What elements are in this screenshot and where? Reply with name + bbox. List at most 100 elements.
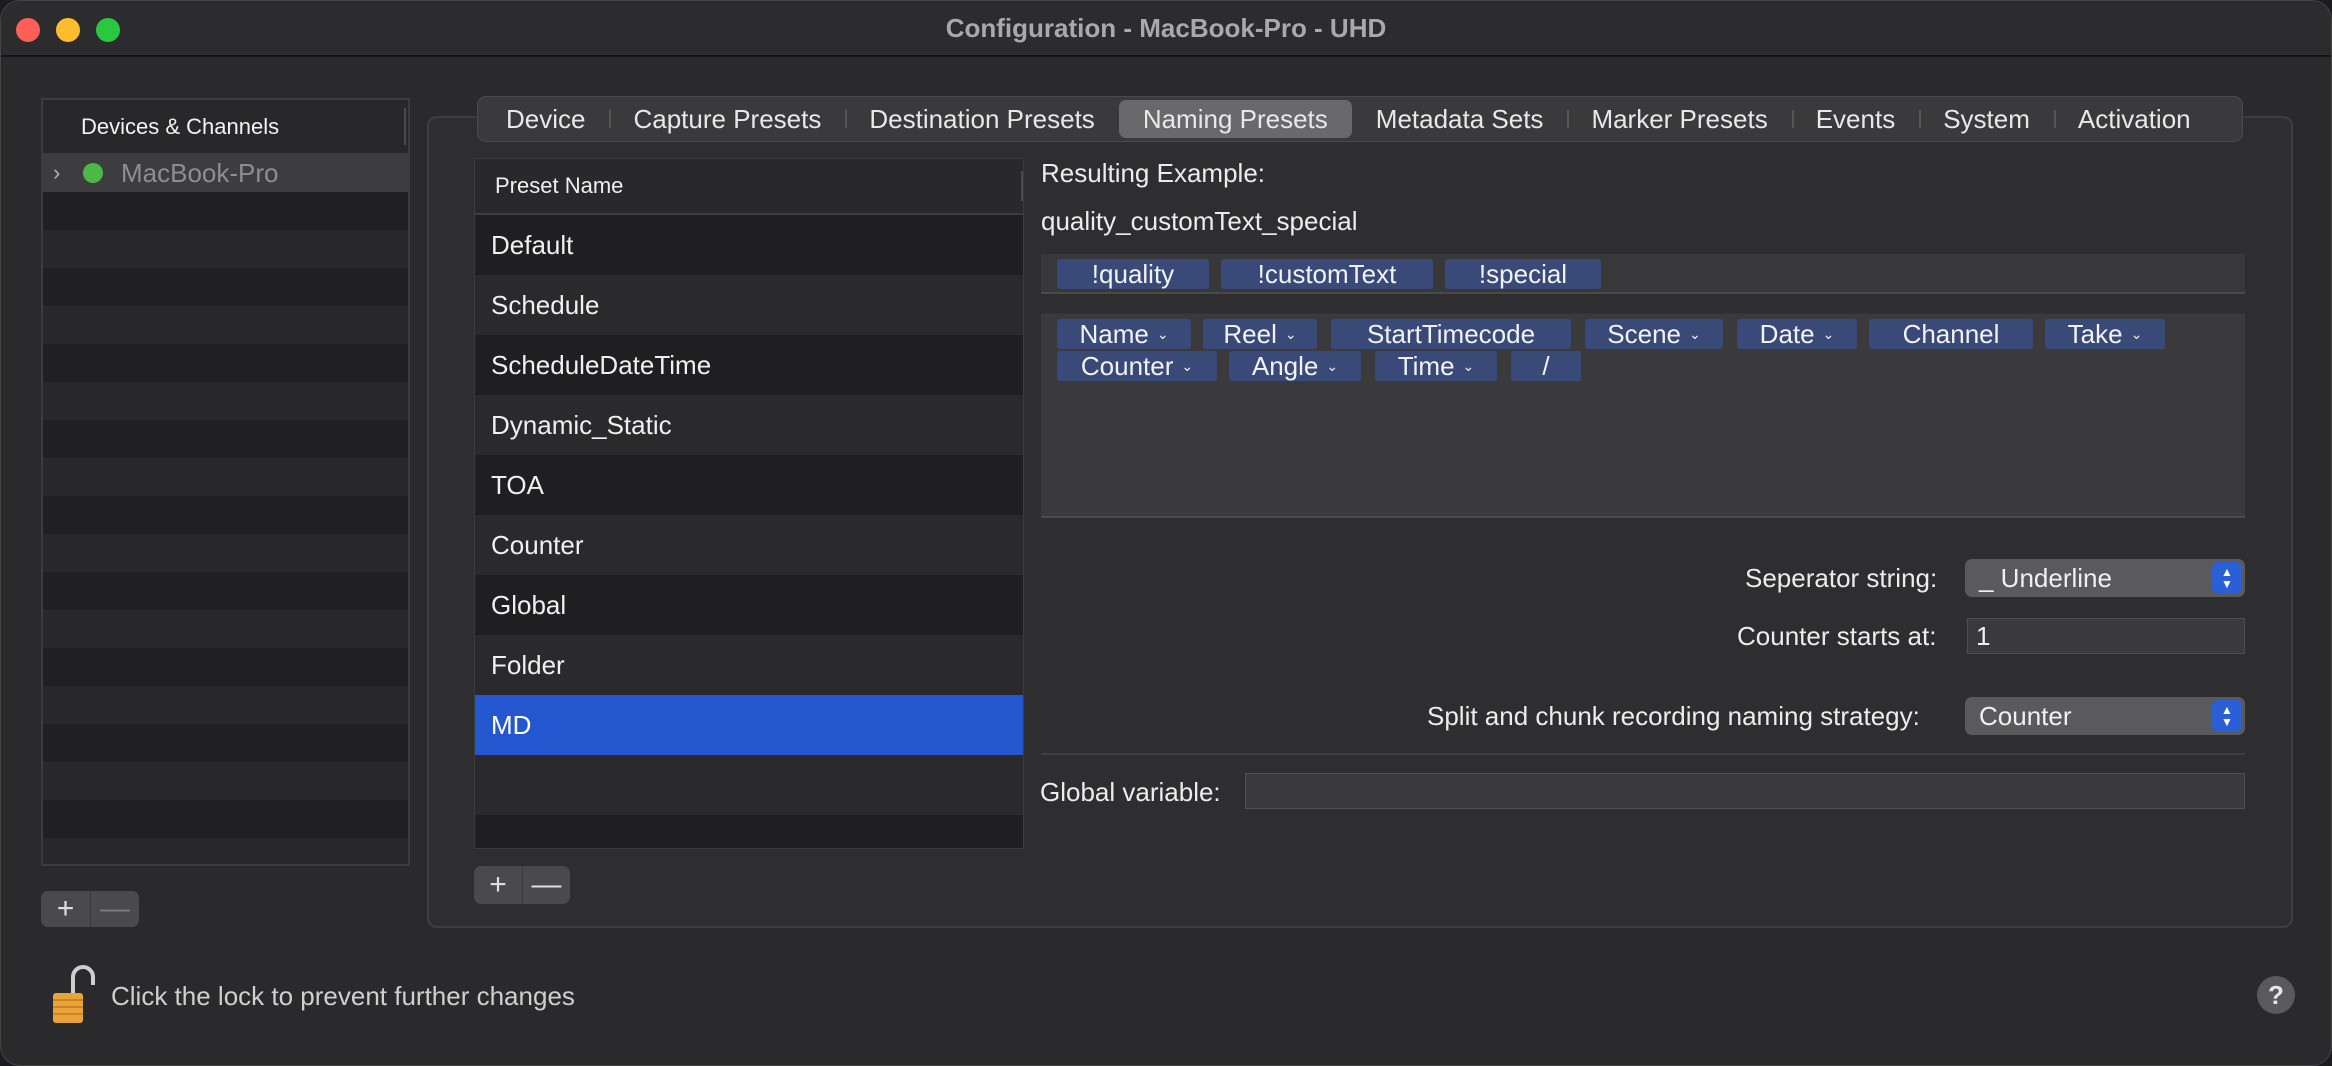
preset-row[interactable]: Counter <box>475 515 1023 575</box>
status-dot-icon <box>83 163 103 183</box>
token-start-timecode[interactable]: StartTimecode <box>1331 319 1571 349</box>
window-title: Configuration - MacBook-Pro - UHD <box>945 13 1387 43</box>
remove-device-button[interactable]: — <box>90 891 139 927</box>
active-tokens-field[interactable]: !quality !customText !special <box>1041 254 2245 294</box>
help-button[interactable]: ? <box>2257 976 2295 1014</box>
token-date[interactable]: Date ⌄ <box>1737 319 1857 349</box>
token-time[interactable]: Time ⌄ <box>1375 351 1497 381</box>
empty-row <box>43 306 408 344</box>
empty-row <box>43 686 408 724</box>
tab-events[interactable]: Events <box>1791 100 1920 138</box>
chevron-down-icon: ⌄ <box>1689 325 1701 342</box>
sidebar-add-remove: + — <box>41 891 139 927</box>
token-quality[interactable]: !quality <box>1057 259 1209 289</box>
token-time-label: Time <box>1397 350 1455 381</box>
token-counter[interactable]: Counter ⌄ <box>1057 351 1217 381</box>
counter-starts-label: Counter starts at: <box>1737 621 1937 651</box>
token-take[interactable]: Take ⌄ <box>2045 319 2165 349</box>
global-variable-input[interactable] <box>1245 773 2245 809</box>
token-date-label: Date <box>1759 318 1815 349</box>
add-device-button[interactable]: + <box>41 891 90 927</box>
title-bar: Configuration - MacBook-Pro - UHD <box>1 1 2331 57</box>
add-preset-button[interactable]: + <box>474 866 522 904</box>
empty-row <box>475 755 1023 815</box>
token-name[interactable]: Name ⌄ <box>1057 319 1191 349</box>
tab-destination-presets[interactable]: Destination Presets <box>845 100 1118 138</box>
preset-row[interactable]: TOA <box>475 455 1023 515</box>
remove-preset-button[interactable]: — <box>522 866 570 904</box>
token-scene-label: Scene <box>1607 318 1681 349</box>
empty-row <box>43 496 408 534</box>
chevron-right-icon[interactable]: › <box>53 160 75 186</box>
lock-hint-text: Click the lock to prevent further change… <box>111 981 575 1011</box>
preset-row[interactable]: ScheduleDateTime <box>475 335 1023 395</box>
token-channel[interactable]: Channel <box>1869 319 2033 349</box>
preset-row[interactable]: MD <box>475 695 1023 755</box>
token-reel[interactable]: Reel ⌄ <box>1203 319 1317 349</box>
token-counter-label: Counter <box>1080 350 1174 381</box>
tab-activation[interactable]: Activation <box>2053 100 2215 138</box>
chevron-down-icon: ⌄ <box>1284 325 1297 342</box>
resulting-example-label: Resulting Example: <box>1041 158 1265 188</box>
resulting-example-value: quality_customText_special <box>1041 206 1358 236</box>
token-reel-label: Reel <box>1223 318 1277 349</box>
sidebar-header: Devices & Channels <box>43 100 408 154</box>
token-angle[interactable]: Angle ⌄ <box>1229 351 1361 381</box>
empty-row <box>43 648 408 686</box>
chevron-down-icon: ⌄ <box>2130 325 2143 342</box>
devices-sidebar: Devices & Channels › MacBook-Pro <box>41 98 410 866</box>
tab-capture-presets[interactable]: Capture Presets <box>609 100 845 138</box>
chevron-down-icon: ⌄ <box>1462 357 1475 374</box>
up-down-arrows-icon: ▲ ▼ <box>2212 562 2242 594</box>
empty-row <box>43 610 408 648</box>
token-custom-text[interactable]: !customText <box>1221 259 1433 289</box>
empty-row <box>43 382 408 420</box>
empty-row <box>43 800 408 838</box>
token-slash[interactable]: / <box>1511 351 1581 381</box>
tab-device[interactable]: Device <box>482 100 609 138</box>
preset-row[interactable]: Global <box>475 575 1023 635</box>
tab-system[interactable]: System <box>1919 100 2054 138</box>
empty-row <box>43 420 408 458</box>
empty-row <box>43 192 408 230</box>
preset-add-remove: + — <box>474 866 570 904</box>
separator-select[interactable]: _ Underline ▲ ▼ <box>1965 559 2245 597</box>
empty-row <box>43 572 408 610</box>
split-chunk-strategy-value: Counter <box>1979 700 2072 731</box>
split-chunk-strategy-label: Split and chunk recording naming strateg… <box>1427 701 1920 731</box>
device-name: MacBook-Pro <box>121 157 279 188</box>
preset-name-column-header[interactable]: Preset Name <box>475 159 1023 215</box>
separator-select-value: _ Underline <box>1979 562 2112 593</box>
chevron-down-icon: ⌄ <box>1181 357 1194 374</box>
empty-row <box>43 230 408 268</box>
sidebar-header-label: Devices & Channels <box>81 113 280 139</box>
preset-row[interactable]: Schedule <box>475 275 1023 335</box>
tab-naming-presets[interactable]: Naming Presets <box>1118 100 1352 138</box>
column-divider[interactable] <box>404 108 406 145</box>
token-special[interactable]: !special <box>1445 259 1601 289</box>
counter-start-input[interactable]: 1 <box>1967 618 2245 654</box>
empty-row <box>43 344 408 382</box>
empty-row <box>43 838 408 864</box>
chevron-down-icon: ⌄ <box>1156 325 1169 342</box>
empty-row <box>43 724 408 762</box>
tab-metadata-sets[interactable]: Metadata Sets <box>1352 100 1568 138</box>
token-name-label: Name <box>1079 318 1149 349</box>
separator-string-label: Seperator string: <box>1745 563 1938 593</box>
token-take-label: Take <box>2067 318 2123 349</box>
available-tokens-area: Name ⌄ Reel ⌄ StartTimecode Scene ⌄ Date ⌄ C… <box>1041 313 2245 518</box>
tab-marker-presets[interactable]: Marker Presets <box>1567 100 1791 138</box>
empty-row <box>43 534 408 572</box>
empty-row <box>43 762 408 800</box>
sidebar-item-macbook-pro[interactable]: › MacBook-Pro <box>43 154 408 192</box>
preset-row[interactable]: Folder <box>475 635 1023 695</box>
token-scene[interactable]: Scene ⌄ <box>1585 319 1723 349</box>
column-divider[interactable] <box>1021 171 1023 201</box>
unlocked-padlock-icon[interactable] <box>51 963 95 1025</box>
preset-row[interactable]: Default <box>475 215 1023 275</box>
up-down-arrows-icon: ▲ ▼ <box>2212 700 2242 732</box>
split-chunk-strategy-select[interactable]: Counter ▲ ▼ <box>1965 697 2245 735</box>
empty-row <box>475 815 1023 848</box>
preset-table: Preset Name Default Schedule ScheduleDateT… <box>474 158 1024 849</box>
preset-row[interactable]: Dynamic_Static <box>475 395 1023 455</box>
